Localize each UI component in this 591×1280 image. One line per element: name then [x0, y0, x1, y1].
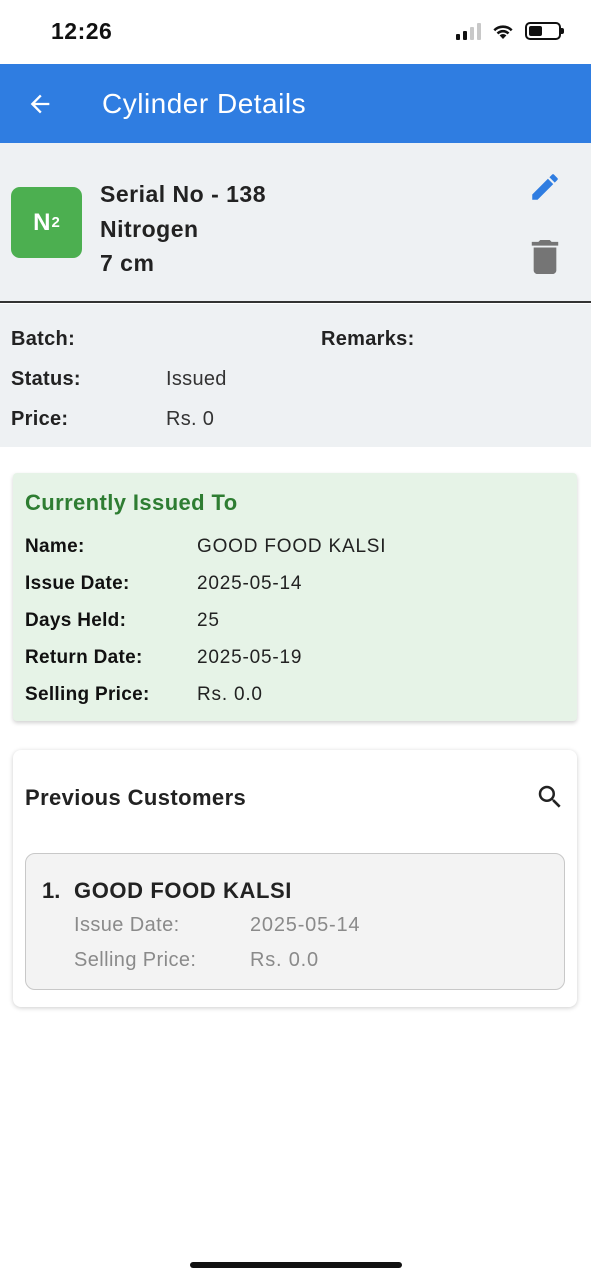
- back-button[interactable]: [12, 76, 68, 132]
- price-label: Price:: [11, 408, 69, 430]
- previous-customers-title: Previous Customers: [25, 785, 247, 810]
- serial-number: Serial No - 138: [100, 181, 267, 207]
- search-icon: [538, 785, 561, 808]
- customer-name: GOOD FOOD KALSI: [74, 878, 292, 903]
- batch-label: Batch:: [11, 328, 76, 350]
- return-date: 2025-05-19: [197, 647, 303, 668]
- selling-price: Rs. 0.0: [250, 949, 319, 971]
- currently-issued-title: Currently Issued To: [25, 490, 238, 515]
- issue-date: 2025-05-14: [197, 573, 303, 594]
- price-value: Rs. 0: [166, 408, 215, 430]
- arrow-back-icon: [30, 94, 50, 113]
- wifi-icon: [493, 25, 513, 39]
- page-title: Cylinder Details: [102, 87, 307, 119]
- status-value: Issued: [166, 368, 227, 390]
- previous-customers-card: Previous Customers 1. GOOD FOOD KALSI Is…: [13, 750, 577, 1007]
- status-label: Status:: [11, 368, 81, 390]
- delete-button[interactable]: [530, 240, 560, 274]
- edit-button[interactable]: [528, 170, 562, 204]
- currently-issued-card: Currently Issued To Name: GOOD FOOD KALS…: [13, 473, 577, 721]
- gas-name: Nitrogen: [100, 215, 199, 242]
- selling-price-label: Selling Price:: [74, 949, 197, 971]
- edit-icon: [532, 174, 558, 200]
- status-time: 12:26: [51, 18, 113, 44]
- customer-index: 1.: [42, 878, 61, 903]
- customer-name: GOOD FOOD KALSI: [197, 536, 387, 557]
- status-bar: 12:26: [0, 0, 591, 64]
- cylinder-info: Batch: Remarks: Status: Issued Price: Rs…: [0, 304, 591, 447]
- days-held-label: Days Held:: [25, 610, 127, 631]
- home-indicator[interactable]: [190, 1262, 402, 1268]
- selling-price-label: Selling Price:: [25, 684, 150, 705]
- gas-badge: N2: [11, 187, 82, 258]
- cylinder-summary: Serial No - 138 Nitrogen 7 cm: [100, 177, 266, 281]
- days-held: 25: [197, 610, 220, 631]
- remarks-label: Remarks:: [321, 328, 415, 350]
- issue-date: 2025-05-14: [250, 914, 361, 936]
- trash-icon: [531, 240, 559, 274]
- battery-icon: [525, 22, 564, 40]
- return-date-label: Return Date:: [25, 647, 143, 668]
- issue-date-label: Issue Date:: [74, 914, 180, 936]
- cellular-signal-icon: [456, 22, 481, 40]
- search-button[interactable]: [535, 782, 565, 812]
- app-bar: Cylinder Details: [0, 64, 591, 143]
- selling-price: Rs. 0.0: [197, 684, 263, 705]
- gas-symbol: N: [33, 208, 51, 236]
- cylinder-header: N2 Serial No - 138 Nitrogen 7 cm: [0, 143, 591, 303]
- gas-subscript: 2: [51, 214, 60, 231]
- status-icons: [456, 22, 564, 40]
- cylinder-size: 7 cm: [100, 250, 155, 276]
- list-item[interactable]: 1. GOOD FOOD KALSI Issue Date: 2025-05-1…: [25, 853, 565, 990]
- name-label: Name:: [25, 536, 85, 557]
- issue-date-label: Issue Date:: [25, 573, 130, 594]
